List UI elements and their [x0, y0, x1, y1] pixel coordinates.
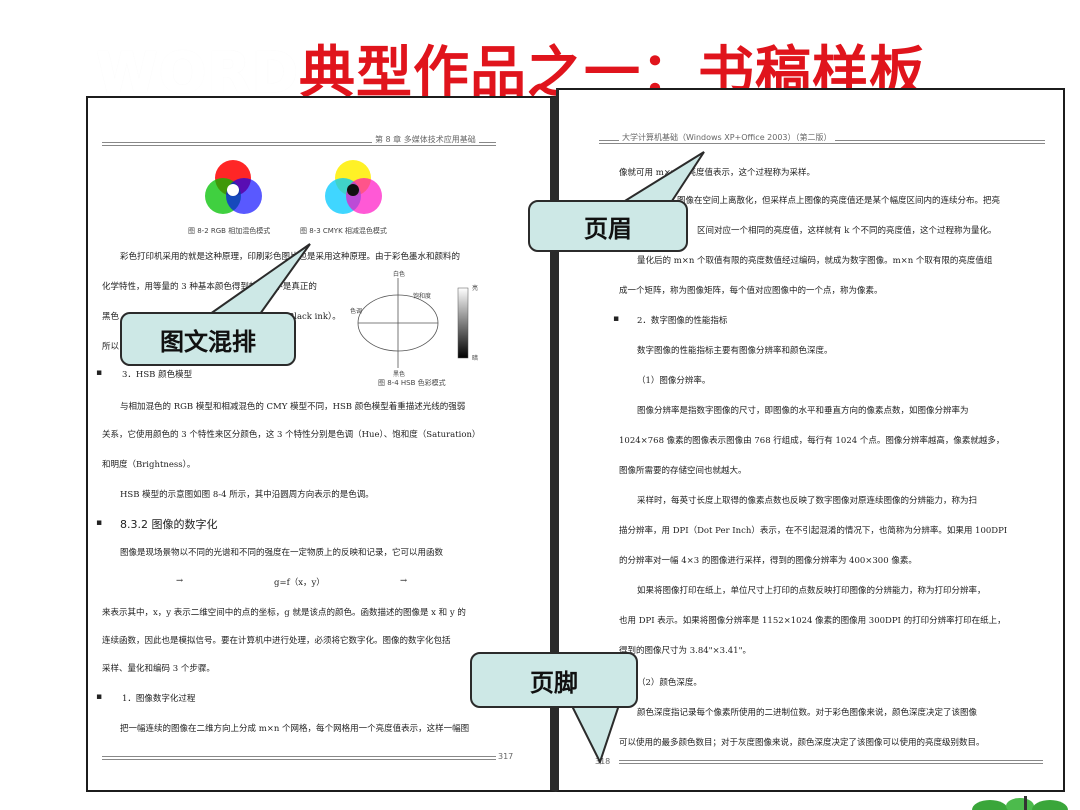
paragraph: 图像分辨率是指数字图像的尺寸，即图像的水平和垂直方向的像素点数，如图像分辨率为 — [637, 406, 969, 416]
heading-832: 8.3.2 图像的数字化 — [120, 518, 218, 531]
paragraph: 描分辨率，用 DPI（Dot Per Inch）表示，在不引起混淆的情况下，也简… — [619, 526, 1008, 536]
rgb-diagram — [205, 160, 262, 214]
footer-rule — [619, 763, 1043, 764]
header-rule — [102, 145, 496, 146]
arrow: → — [176, 576, 184, 586]
plant-decoration — [972, 796, 1068, 810]
right-header-text: 大学计算机基础（Windows XP+Office 2003）（第二版） — [619, 132, 835, 143]
bullet: ▪ — [96, 368, 103, 378]
paragraph: 如果将图像打印在纸上，单位尺寸上打印的点数反映打印图像的分辨能力，称为打印分辨率… — [637, 586, 986, 596]
paragraph: 得到的图像尺寸为 3.84"×3.41"。 — [619, 646, 751, 656]
paragraph: 成一个矩阵，称为图像矩阵，每个值对应图像中的一个点，称为像素。 — [619, 286, 883, 296]
paragraph: 所以 — [102, 342, 120, 352]
paragraph: 颜色深度指记录每个像素所使用的二进制位数。对于彩色图像来说，颜色深度决定了该图像 — [637, 708, 978, 718]
svg-text:亮: 亮 — [472, 284, 478, 292]
caption-hsb: 图 8-4 HSB 色彩模式 — [378, 379, 446, 387]
paragraph: 采样、量化和编码 3 个步骤。 — [102, 664, 215, 674]
formula: g=f（x，y） — [274, 578, 325, 588]
paragraph: 关系，它使用颜色的 3 个特性来区分颜色，这 3 个特性分别是色调（Hue）、饱… — [102, 430, 481, 440]
paragraph: 可以使用的最多颜色数目；对于灰度图像来说，颜色深度决定了该图像可以使用的亮度级别… — [619, 738, 985, 748]
heading-process: 1．图像数字化过程 — [122, 694, 196, 704]
paragraph: 1024×768 像素的图像表示图像由 768 行组成，每行有 1024 个点。… — [619, 436, 1005, 446]
heading-metrics: 2．数字图像的性能指标 — [637, 316, 728, 326]
paragraph: 图像在空间上离散化，但采样点上图像的亮度值还是某个幅度区间内的连续分布。把亮 — [677, 196, 1001, 206]
header-rule — [599, 143, 1045, 144]
callout-footer: 页脚 — [470, 652, 638, 708]
paragraph: 图像所需要的存储空间也就越大。 — [619, 466, 747, 476]
paragraph: 和明度（Brightness）。 — [102, 460, 196, 470]
paragraph: HSB 模型的示意图如图 8-4 所示，其中沿圆周方向表示的是色调。 — [120, 490, 374, 500]
bullet: ▪ — [96, 518, 103, 528]
svg-text:白色: 白色 — [393, 270, 405, 278]
paragraph: 连续函数，因此也是模拟信号。要在计算机中进行处理，必须将它数字化。图像的数字化包… — [102, 636, 451, 646]
heading-depth: （2）颜色深度。 — [637, 678, 702, 688]
bullet: ▪ — [96, 692, 103, 702]
slide: WORD典型作品之一：书稿样板 第 8 章 多媒体技术应用基础 图 8-2 RG… — [0, 0, 1080, 810]
paragraph: 采样时，每英寸长度上取得的像素点数也反映了数字图像对原连续图像的分辨能力，称为扫 — [637, 496, 978, 506]
cmyk-diagram — [325, 160, 382, 214]
paragraph: 区间对应一个相同的亮度值，这样就有 k 个不同的亮度值，这个过程称为量化。 — [697, 226, 997, 236]
paragraph: 图像是现场景物以不同的光谱和不同的强度在一定物质上的反映和记录，它可以用函数 — [120, 548, 444, 558]
heading-hsb: 3．HSB 颜色模型 — [122, 370, 193, 380]
bullet: ▪ — [613, 314, 620, 324]
svg-text:色调: 色调 — [350, 307, 362, 315]
paragraph: 来表示其中，x，y 表示二维空间中的点的坐标，g 就是该点的颜色。函数描述的图像… — [102, 608, 466, 618]
heading-resolution: （1）图像分辨率。 — [637, 376, 711, 386]
paragraph: 与相加混色的 RGB 模型和相减混色的 CMY 模型不同，HSB 颜色模型着重描… — [120, 402, 466, 412]
arrow: → — [400, 576, 408, 586]
paragraph: 数字图像的性能指标主要有图像分辨率和颜色深度。 — [637, 346, 833, 356]
svg-text:饱和度: 饱和度 — [413, 292, 431, 300]
footer-rule — [102, 759, 496, 760]
paragraph: 把一幅连续的图像在二维方向上分成 m×n 个网格，每个网格用一个亮度值表示，这样… — [120, 724, 470, 734]
footer-rule — [619, 760, 1043, 761]
hsb-diagram: 白色 黑色 色调 饱和度 亮 暗 — [350, 270, 478, 378]
page-number-left: 317 — [498, 752, 514, 761]
paragraph: 的分辨率对一幅 4×3 的图像进行采样，得到的图像分辨率为 400×300 像素… — [619, 556, 917, 566]
footer-rule — [102, 756, 496, 757]
callout-header: 页眉 — [528, 200, 688, 252]
left-header-text: 第 8 章 多媒体技术应用基础 — [372, 134, 479, 145]
svg-text:黑色: 黑色 — [393, 370, 405, 378]
paragraph: 也用 DPI 表示。如果将图像分辨率是 1152×1024 像素的图像用 300… — [619, 616, 1006, 626]
paragraph: 黑色 — [102, 312, 120, 322]
callout-mixed: 图文混排 — [120, 312, 296, 366]
svg-text:暗: 暗 — [472, 354, 478, 362]
